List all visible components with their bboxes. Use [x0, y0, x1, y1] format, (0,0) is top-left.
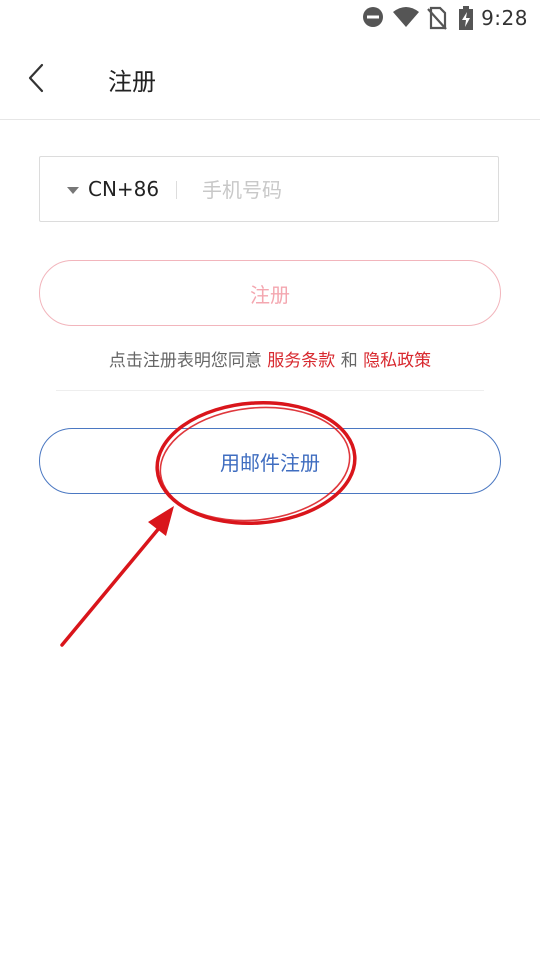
register-button[interactable]: 注册 — [39, 260, 501, 326]
phone-number-field: CN+86 — [39, 156, 499, 222]
agreement-joiner: 和 — [335, 351, 364, 371]
wifi-icon — [393, 7, 419, 27]
register-by-email-label: 用邮件注册 — [220, 450, 320, 475]
app-bar: 注册 — [0, 36, 540, 120]
chevron-left-icon — [28, 63, 44, 93]
no-sim-icon — [427, 6, 447, 30]
country-code-label: CN+86 — [88, 177, 160, 201]
do-not-disturb-icon — [363, 7, 383, 27]
status-bar: 9:28 — [0, 0, 540, 36]
phone-number-input[interactable] — [200, 169, 484, 211]
annotation-arrow-head — [148, 506, 174, 536]
battery-charging-icon — [459, 6, 473, 30]
caret-down-icon — [67, 187, 79, 194]
agreement-prefix: 点击注册表明您同意 — [108, 351, 268, 371]
back-button[interactable] — [20, 60, 54, 96]
annotation-arrow-shaft — [60, 525, 162, 647]
privacy-policy-link[interactable]: 隐私政策 — [363, 351, 431, 371]
register-button-label: 注册 — [250, 282, 290, 307]
country-code-select[interactable]: CN+86 — [40, 157, 176, 221]
clock: 9:28 — [481, 6, 528, 30]
register-by-email-button[interactable]: 用邮件注册 — [39, 428, 501, 494]
page-title: 注册 — [108, 68, 156, 96]
field-divider — [176, 181, 177, 199]
agreement-text: 点击注册表明您同意 服务条款 和 隐私政策 — [0, 346, 540, 371]
terms-of-service-link[interactable]: 服务条款 — [267, 351, 335, 371]
section-divider — [56, 390, 484, 391]
